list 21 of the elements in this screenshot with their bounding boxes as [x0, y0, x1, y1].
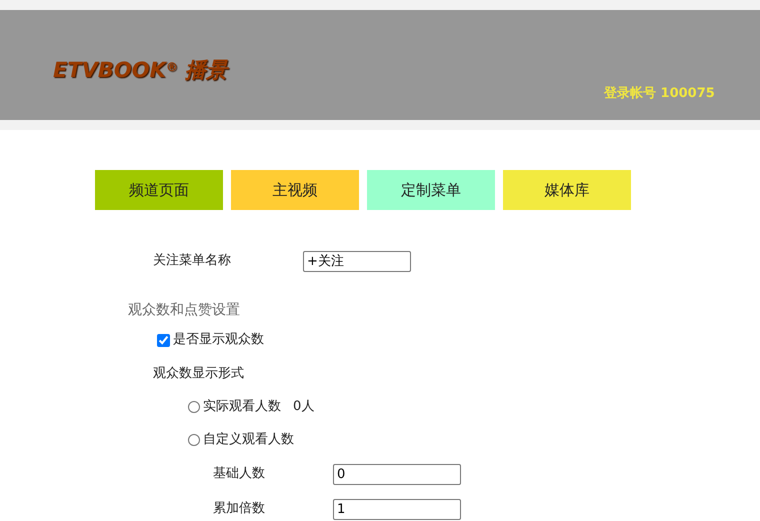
checkbox-label: 是否显示观众数 — [173, 331, 264, 350]
tab[interactable]: 定制菜单 — [367, 170, 495, 210]
tab[interactable]: 媒体库 — [503, 170, 631, 210]
radio-button[interactable] — [188, 401, 200, 413]
field-label: 累加倍数 — [213, 500, 266, 518]
tab[interactable]: 主视频 — [231, 170, 359, 210]
field-label: 基础人数 — [213, 465, 266, 484]
text-field[interactable]: +关注 — [303, 250, 411, 272]
field-label: 观众数显示形式 — [153, 365, 244, 384]
logo: ETVBOOK$^{®}$ 播景 — [53, 58, 228, 84]
tab[interactable]: 频道页面 — [95, 170, 223, 210]
field-label: 关注菜单名称 — [153, 252, 232, 270]
radio-label: 自定义观看人数 — [203, 431, 294, 450]
viewer-count: 0人 — [293, 398, 314, 416]
text-field[interactable]: 1 — [333, 498, 461, 520]
checkbox[interactable] — [157, 334, 170, 346]
section-title: 观众数和点赞设置 — [128, 300, 240, 320]
radio-label: 实际观看人数 — [203, 398, 281, 416]
text-field[interactable]: 0 — [333, 464, 461, 484]
radio-button[interactable] — [188, 434, 200, 446]
account-number: 登录帐号 100075 — [604, 85, 715, 103]
